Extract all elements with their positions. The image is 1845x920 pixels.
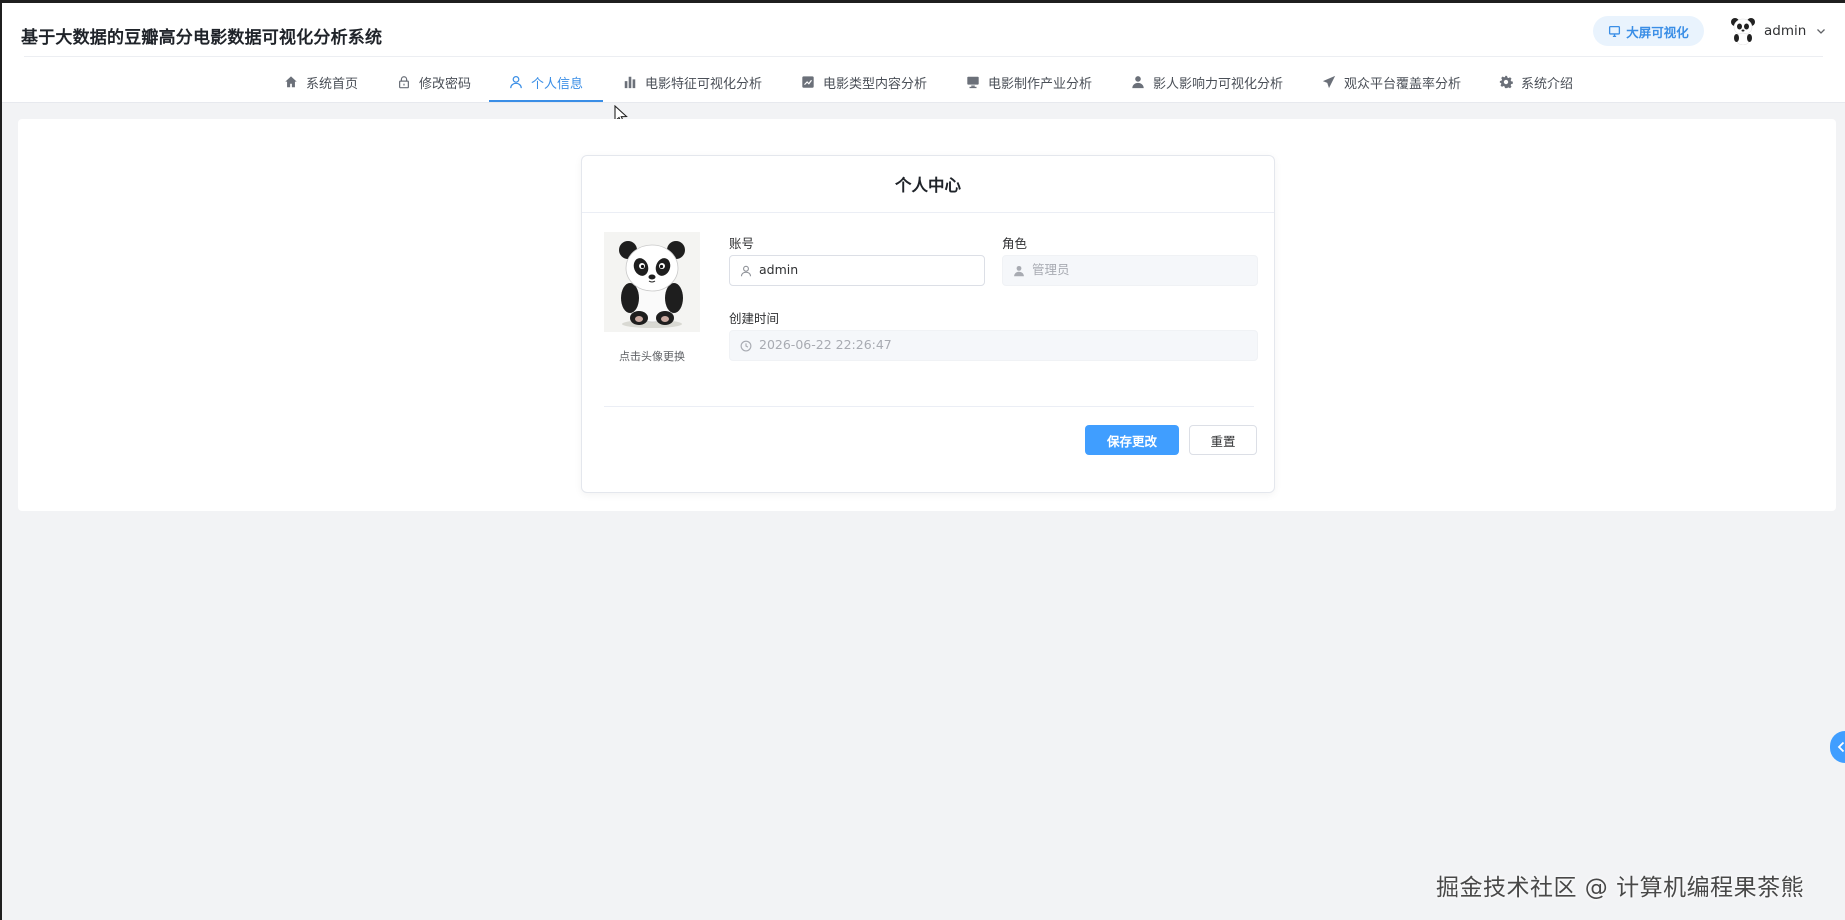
nav-item-label: 观众平台覆盖率分析: [1344, 76, 1462, 92]
nav-item-platform-coverage[interactable]: 观众平台覆盖率分析: [1322, 61, 1461, 103]
created-time-input: 2026-06-22 22:26:47: [729, 330, 1258, 361]
nav-item-label: 修改密码: [419, 76, 472, 92]
nav-item-movie-features[interactable]: 电影特征可视化分析: [623, 61, 762, 103]
bar-chart-icon: [624, 76, 636, 89]
lock-icon: [399, 76, 409, 89]
save-button[interactable]: 保存更改: [1085, 425, 1179, 455]
account-input[interactable]: admin: [729, 255, 985, 286]
account-label: 账号: [729, 236, 755, 251]
nav-item-label: 影人影响力可视化分析: [1153, 76, 1284, 92]
gear-icon: [1499, 75, 1513, 89]
created-time-value: 2026-06-22 22:26:47: [759, 337, 892, 353]
card-title: 个人中心: [582, 156, 1274, 213]
clock-icon: [740, 340, 752, 351]
screen-icon: [1609, 25, 1621, 37]
person-icon: [1132, 76, 1144, 89]
active-tab-indicator: [489, 100, 603, 102]
nav-item-label: 系统首页: [306, 76, 359, 92]
panda-avatar-icon: [604, 232, 700, 332]
nav-item-filmmaker-influence[interactable]: 影人影响力可视化分析: [1131, 61, 1283, 103]
profile-card: 个人中心 点击头像更换 账号 admin 角色 管理员 创建时间 2026-06…: [581, 155, 1275, 493]
nav-item-change-password[interactable]: 修改密码: [397, 61, 471, 103]
panda-avatar-icon: [1731, 18, 1755, 45]
nav-item-profile[interactable]: 个人信息: [509, 61, 583, 103]
bigscreen-label: 大屏可视化: [1626, 24, 1689, 40]
user-icon: [740, 265, 752, 276]
app-title: 基于大数据的豆瓣高分电影数据可视化分析系统: [21, 28, 383, 48]
nav-item-system-intro[interactable]: 系统介绍: [1499, 61, 1573, 103]
card-divider: [604, 406, 1254, 407]
send-icon: [1322, 75, 1336, 89]
role-input: 管理员: [1002, 255, 1258, 286]
reset-button[interactable]: 重置: [1189, 425, 1257, 455]
role-label: 角色: [1002, 236, 1028, 251]
chevron-down-icon: [1817, 29, 1826, 34]
main-nav: 系统首页 修改密码 个人信息 电影特征可视化分析 电影类型内容分析 电影制作产业…: [2, 61, 1845, 103]
nav-item-label: 电影类型内容分析: [823, 76, 928, 92]
nav-item-movie-industry[interactable]: 电影制作产业分析: [966, 61, 1092, 103]
nav-item-home[interactable]: 系统首页: [284, 61, 358, 103]
line-chart-icon: [802, 76, 814, 88]
header-divider: [24, 56, 1823, 57]
home-icon: [285, 76, 297, 88]
created-time-label: 创建时间: [729, 311, 780, 326]
bigscreen-button[interactable]: 大屏可视化: [1593, 16, 1704, 46]
avatar-caption: 点击头像更换: [619, 350, 685, 363]
app-window: 基于大数据的豆瓣高分电影数据可视化分析系统 大屏可视化 admin 系统首页 修…: [0, 0, 1845, 920]
user-icon: [510, 75, 522, 89]
user-menu[interactable]: admin: [1730, 17, 1826, 45]
nav-item-label: 电影特征可视化分析: [645, 76, 763, 92]
person-icon: [1014, 265, 1024, 276]
watermark-text: 掘金技术社区 @ 计算机编程果茶熊: [1436, 875, 1805, 901]
account-value: admin: [759, 262, 799, 278]
avatar-upload[interactable]: [604, 232, 700, 332]
chevron-left-icon: [1837, 741, 1845, 753]
side-collapse-tab[interactable]: [1830, 731, 1845, 763]
nav-item-label: 系统介绍: [1521, 76, 1574, 92]
nav-item-movie-genres[interactable]: 电影类型内容分析: [801, 61, 927, 103]
nav-item-label: 电影制作产业分析: [988, 76, 1093, 92]
role-value: 管理员: [1032, 262, 1070, 278]
monitor-icon: [967, 76, 979, 89]
user-name: admin: [1764, 23, 1807, 39]
nav-item-label: 个人信息: [531, 76, 584, 92]
